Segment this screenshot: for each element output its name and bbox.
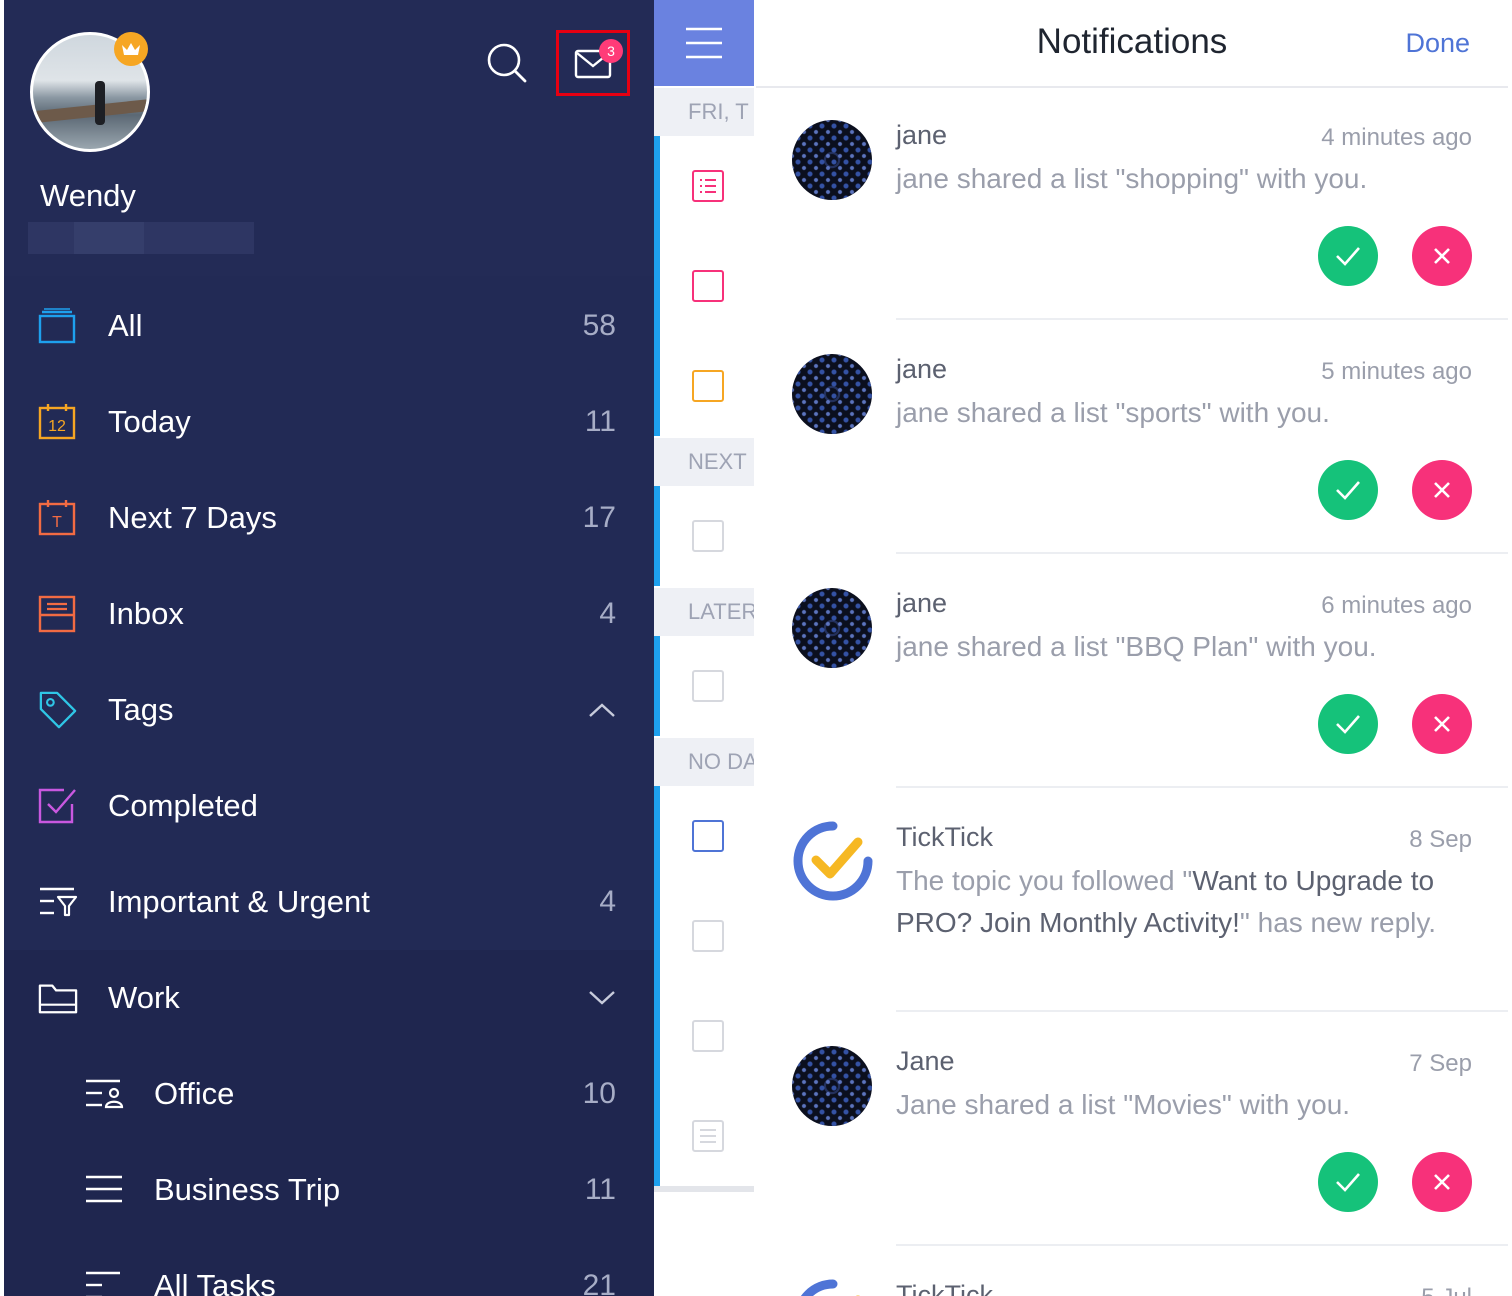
calendar-today-icon: 12 — [38, 402, 78, 442]
decline-button[interactable] — [1412, 460, 1472, 520]
task-checkbox[interactable] — [692, 270, 724, 302]
sidebar-header: Wendy 3 — [4, 0, 654, 276]
nav-list: All 58 12 Today 11 T Next 7 Days 17 Inbo… — [4, 278, 654, 1296]
selection-rail — [654, 786, 660, 1186]
nav-item-today[interactable]: 12 Today 11 — [4, 374, 654, 470]
notification-item[interactable]: TickTick 8 Sep The topic you followed "W… — [756, 790, 1508, 1014]
filter-list-icon — [38, 882, 78, 922]
mail-badge: 3 — [599, 39, 623, 63]
check-icon — [1336, 481, 1360, 500]
section-header: FRI, T — [654, 88, 754, 136]
accept-button[interactable] — [1318, 460, 1378, 520]
accept-button[interactable] — [1318, 226, 1378, 286]
task-checkbox[interactable] — [692, 820, 724, 852]
folder-icon — [38, 978, 78, 1018]
sidebar: Wendy 3 All 58 12 Today 11 T Next 7 Days… — [4, 0, 654, 1296]
decline-button[interactable] — [1412, 1152, 1472, 1212]
nav-item-completed[interactable]: Completed — [4, 758, 654, 854]
user-name: Wendy — [40, 178, 136, 213]
strip-divider — [654, 1186, 754, 1192]
task-checkbox[interactable] — [692, 520, 724, 552]
user-avatar[interactable] — [30, 32, 150, 152]
avatar — [792, 588, 872, 668]
check-icon — [1336, 1173, 1360, 1192]
nav-item-tags[interactable]: Tags — [4, 662, 654, 758]
ticktick-logo-icon — [792, 1278, 874, 1296]
task-list-strip: FRI, T NEXT LATER NO DA — [654, 0, 754, 1296]
nav-item-next-7-days[interactable]: T Next 7 Days 17 — [4, 470, 654, 566]
nav-item-important-urgent[interactable]: Important & Urgent 4 — [4, 854, 654, 950]
notification-item[interactable]: TickTick 5 Jul — [756, 1248, 1508, 1296]
hamburger-icon — [686, 27, 722, 59]
checklist-icon — [700, 1129, 716, 1143]
calendar-week-icon: T — [38, 498, 78, 538]
notification-item[interactable]: jane 5 minutes ago jane shared a list "s… — [756, 322, 1508, 556]
close-icon — [1434, 482, 1450, 498]
checklist-icon — [700, 179, 716, 193]
user-email-redacted — [28, 222, 254, 254]
chevron-down-icon[interactable] — [588, 984, 616, 1012]
nav-item-all[interactable]: All 58 — [4, 278, 654, 374]
avatar — [792, 354, 872, 434]
list-filter-icon — [84, 1266, 124, 1296]
menu-button[interactable] — [654, 0, 754, 86]
nav-item-work-folder[interactable]: Work — [4, 950, 654, 1046]
notification-item[interactable]: jane 6 minutes ago jane shared a list "B… — [756, 556, 1508, 790]
tag-icon — [38, 690, 78, 730]
task-checkbox[interactable] — [692, 370, 724, 402]
avatar — [792, 1046, 872, 1126]
nav-item-office[interactable]: Office 10 — [4, 1046, 654, 1142]
chevron-up-icon[interactable] — [588, 696, 616, 724]
task-checkbox[interactable] — [692, 170, 724, 202]
ticktick-logo-icon — [792, 820, 874, 902]
decline-button[interactable] — [1412, 694, 1472, 754]
nav-item-all-tasks[interactable]: All Tasks 21 — [4, 1238, 654, 1296]
avatar — [792, 120, 872, 200]
folder-group-work: Work Office 10 Business Trip 11 All Task… — [4, 950, 654, 1296]
check-icon — [1336, 715, 1360, 734]
notification-item[interactable]: Jane 7 Sep Jane shared a list "Movies" w… — [756, 1014, 1508, 1248]
notifications-panel: Notifications Done jane 4 minutes ago ja… — [756, 0, 1508, 1296]
search-icon[interactable] — [484, 40, 530, 86]
page-title: Notifications — [1036, 22, 1228, 61]
nav-item-inbox[interactable]: Inbox 4 — [4, 566, 654, 662]
decline-button[interactable] — [1412, 226, 1472, 286]
svg-text:12: 12 — [48, 418, 66, 435]
check-icon — [1336, 247, 1360, 266]
nav-item-business-trip[interactable]: Business Trip 11 — [4, 1142, 654, 1238]
section-header: NO DA — [654, 738, 754, 786]
selection-rail — [654, 486, 660, 586]
done-button[interactable]: Done — [1405, 28, 1470, 59]
notifications-header: Notifications Done — [756, 0, 1508, 88]
accept-button[interactable] — [1318, 694, 1378, 754]
close-icon — [1434, 1174, 1450, 1190]
task-checkbox[interactable] — [692, 670, 724, 702]
completed-check-icon — [38, 786, 78, 826]
section-header: NEXT — [654, 438, 754, 486]
close-icon — [1434, 248, 1450, 264]
accept-button[interactable] — [1318, 1152, 1378, 1212]
svg-text:T: T — [52, 514, 62, 531]
notification-item[interactable]: jane 4 minutes ago jane shared a list "s… — [756, 88, 1508, 322]
list-icon — [84, 1170, 124, 1210]
all-lists-icon — [38, 306, 78, 346]
task-checkbox[interactable] — [692, 1120, 724, 1152]
close-icon — [1434, 716, 1450, 732]
task-checkbox[interactable] — [692, 1020, 724, 1052]
task-checkbox[interactable] — [692, 920, 724, 952]
notifications-mail-button[interactable]: 3 — [556, 30, 630, 96]
selection-rail — [654, 636, 660, 736]
shared-list-icon — [84, 1074, 124, 1114]
crown-icon — [114, 32, 148, 66]
section-header: LATER — [654, 588, 754, 636]
inbox-icon — [38, 594, 78, 634]
selection-rail — [654, 136, 660, 436]
